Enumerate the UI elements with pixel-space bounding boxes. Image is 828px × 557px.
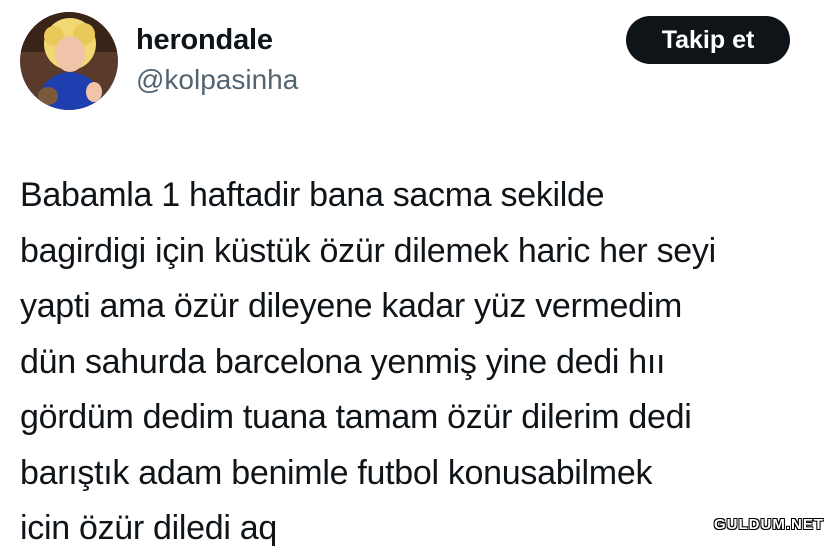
display-name[interactable]: herondale [136,24,273,57]
tweet-line: barıştık adam benimle futbol konusabilme… [20,453,653,492]
tweet-line: yapti ama özür dileyene kadar yüz vermed… [20,287,683,325]
tweet-text: Babamla 1 haftadir bana sacma sekilde ba… [20,168,810,557]
tweet-line: gördüm dedim tuana tamam özür dilerim de… [20,398,692,436]
tweet-line: bagirdigi için küstük özür dilemek haric… [20,231,716,270]
user-handle[interactable]: @kolpasinha [136,64,298,96]
watermark: GULDUM.NET [714,516,824,533]
follow-button[interactable]: Takip et [626,16,790,64]
avatar[interactable] [20,12,118,110]
tweet-line: dün sahurda barcelona yenmiş yine dedi h… [20,342,666,381]
tweet-line: Babamla 1 haftadir bana sacma sekilde [20,176,605,214]
tweet-line: icin özür diledi aq [20,509,278,547]
